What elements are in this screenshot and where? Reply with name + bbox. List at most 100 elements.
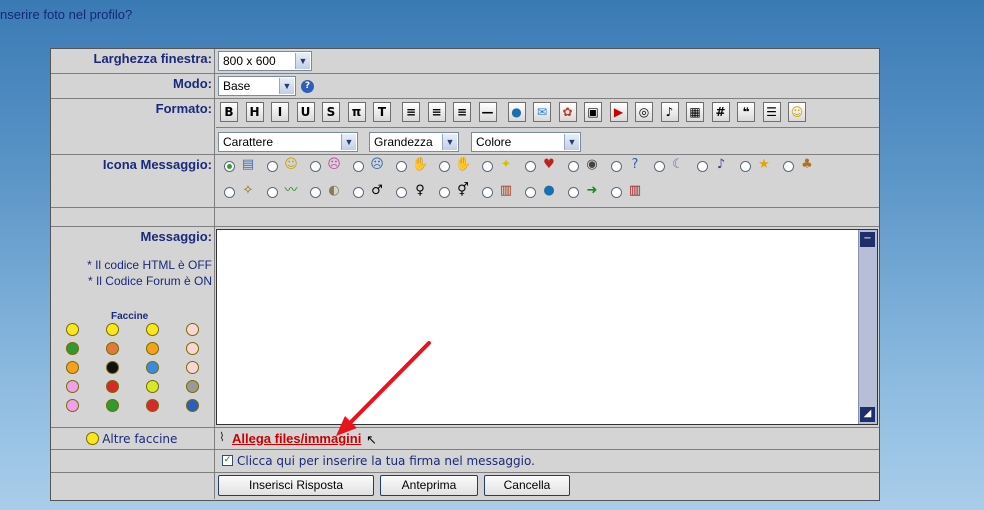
message-icon-radio[interactable]: [568, 161, 579, 172]
more-smileys-link[interactable]: Altre faccine: [102, 432, 177, 446]
book-icon: ▥: [628, 183, 642, 198]
resize-icon[interactable]: ◢: [860, 407, 875, 422]
red-face-icon[interactable]: [146, 399, 159, 412]
shocked-icon[interactable]: [66, 399, 79, 412]
font-select[interactable]: Carattere ▼: [218, 132, 358, 152]
angry-red-icon[interactable]: [106, 380, 119, 393]
align-center-icon[interactable]: ≡: [427, 102, 446, 122]
message-textarea[interactable]: − ◢: [216, 229, 878, 425]
signature-checkbox[interactable]: ✓: [222, 455, 233, 466]
mode-select[interactable]: Base ▼: [218, 76, 296, 96]
message-icon-radio[interactable]: [267, 187, 278, 198]
align-right-icon[interactable]: ≡: [453, 102, 471, 122]
more-smileys-cell: Altre faccine: [51, 428, 215, 449]
color-select[interactable]: Colore ▼: [471, 132, 581, 152]
message-icon-label: Icona Messaggio:: [51, 155, 215, 207]
teletype-icon[interactable]: T: [373, 102, 391, 122]
image-icon[interactable]: ▣: [584, 102, 602, 122]
message-icon-radio[interactable]: [740, 161, 751, 172]
attach-files-link[interactable]: Allega files/immagini: [232, 431, 361, 446]
message-icon-radio[interactable]: [353, 187, 364, 198]
cancel-button[interactable]: Cancella: [484, 475, 570, 496]
youtube-icon[interactable]: ▶: [609, 102, 628, 122]
message-icon-radio[interactable]: [396, 161, 407, 172]
list-icon[interactable]: ☰: [762, 102, 781, 122]
buttons-row: Inserisci Risposta Anteprima Cancella: [51, 473, 879, 499]
question-icon[interactable]: [186, 399, 199, 412]
message-icon-radio[interactable]: [654, 161, 665, 172]
post-form: Larghezza finestra: 800 x 600 ▼ Modo: Ba…: [50, 48, 880, 501]
message-icon-radio[interactable]: [224, 161, 235, 172]
strikethrough-icon[interactable]: S: [322, 102, 340, 122]
table-icon[interactable]: ▦: [686, 102, 704, 122]
font-value: Carattere: [223, 135, 274, 149]
male-icon: ♂: [371, 183, 383, 198]
format-label: Formato:: [51, 99, 215, 154]
email-icon[interactable]: ✉: [533, 102, 551, 122]
grin-icon[interactable]: [106, 323, 119, 336]
smile-icon[interactable]: [66, 323, 79, 336]
message-icon-radio[interactable]: [310, 161, 321, 172]
html-note: * Il codice HTML è OFF: [87, 258, 212, 272]
message-icon-radio[interactable]: [697, 161, 708, 172]
horizontal-rule-icon[interactable]: —: [478, 102, 497, 122]
eightball-icon[interactable]: [106, 361, 119, 374]
message-icon-radio[interactable]: [783, 161, 794, 172]
message-icon-radio[interactable]: [611, 161, 622, 172]
surprised-icon: ☹: [327, 157, 341, 172]
hash-icon[interactable]: #: [711, 102, 730, 122]
message-icon-radio[interactable]: [482, 187, 493, 198]
shy-icon[interactable]: [66, 361, 79, 374]
heading-icon[interactable]: H: [245, 102, 264, 122]
italic-icon[interactable]: I: [271, 102, 289, 122]
devil-icon[interactable]: [106, 342, 119, 355]
smiley-icon[interactable]: ☺: [788, 102, 806, 122]
cool-icon[interactable]: [146, 323, 159, 336]
window-width-value: 800 x 600: [223, 54, 276, 68]
help-icon[interactable]: ?: [301, 80, 314, 93]
textarea-scrollbar[interactable]: − ◢: [858, 230, 877, 424]
collapse-icon[interactable]: −: [860, 232, 875, 247]
flash-icon[interactable]: ✿: [558, 102, 577, 122]
message-icon-radio[interactable]: [439, 187, 450, 198]
message-icon-radio[interactable]: [482, 161, 493, 172]
submit-reply-button[interactable]: Inserisci Risposta: [218, 475, 374, 496]
exit-icon: ➜: [586, 183, 598, 198]
message-icon-radio[interactable]: [525, 187, 536, 198]
message-icon-radio[interactable]: [396, 187, 407, 198]
clown-icon[interactable]: [186, 342, 199, 355]
kiss-icon[interactable]: [66, 380, 79, 393]
globe-link-icon[interactable]: ●: [507, 102, 526, 122]
bold-icon[interactable]: B: [220, 102, 238, 122]
pi-icon[interactable]: π: [347, 102, 366, 122]
message-icon-radio[interactable]: [310, 187, 321, 198]
format-row: Formato: B H I U Sπ T ≡ ≡ ≡ — ● ✉ ✿ ▣ ▶ ◎ ♪ ▦ # ❝ ☰ ☺ Caratte…: [51, 99, 879, 155]
spacer-label-cell: [51, 208, 215, 226]
message-icon-radio[interactable]: [267, 161, 278, 172]
preview-button[interactable]: Anteprima: [380, 475, 478, 496]
message-icon-radio[interactable]: [525, 161, 536, 172]
blush-icon[interactable]: [186, 323, 199, 336]
align-left-icon[interactable]: ≡: [402, 102, 420, 122]
quote-icon[interactable]: ❝: [737, 102, 755, 122]
wmv-icon[interactable]: ◎: [635, 102, 653, 122]
window-width-select[interactable]: 800 x 600 ▼: [218, 51, 312, 71]
camera-icon: ◉: [586, 157, 598, 172]
sad-icon[interactable]: [146, 361, 159, 374]
mp3-icon[interactable]: ♪: [660, 102, 679, 122]
skull-icon[interactable]: [186, 380, 199, 393]
message-icon-radio[interactable]: [439, 161, 450, 172]
size-select[interactable]: Grandezza ▼: [369, 132, 459, 152]
message-icon-radio[interactable]: [568, 187, 579, 198]
message-icon-radio[interactable]: [353, 161, 364, 172]
alien-icon[interactable]: [66, 342, 79, 355]
green-smile-icon[interactable]: [106, 399, 119, 412]
message-icon-radio[interactable]: [611, 187, 622, 198]
underline-icon[interactable]: U: [296, 102, 315, 122]
message-icon-radio[interactable]: [224, 187, 235, 198]
ninja-icon[interactable]: [186, 361, 199, 374]
angry-icon[interactable]: [146, 342, 159, 355]
sick-icon[interactable]: [146, 380, 159, 393]
books-icon: ▥: [499, 183, 513, 198]
chevron-down-icon: ▼: [564, 134, 579, 150]
